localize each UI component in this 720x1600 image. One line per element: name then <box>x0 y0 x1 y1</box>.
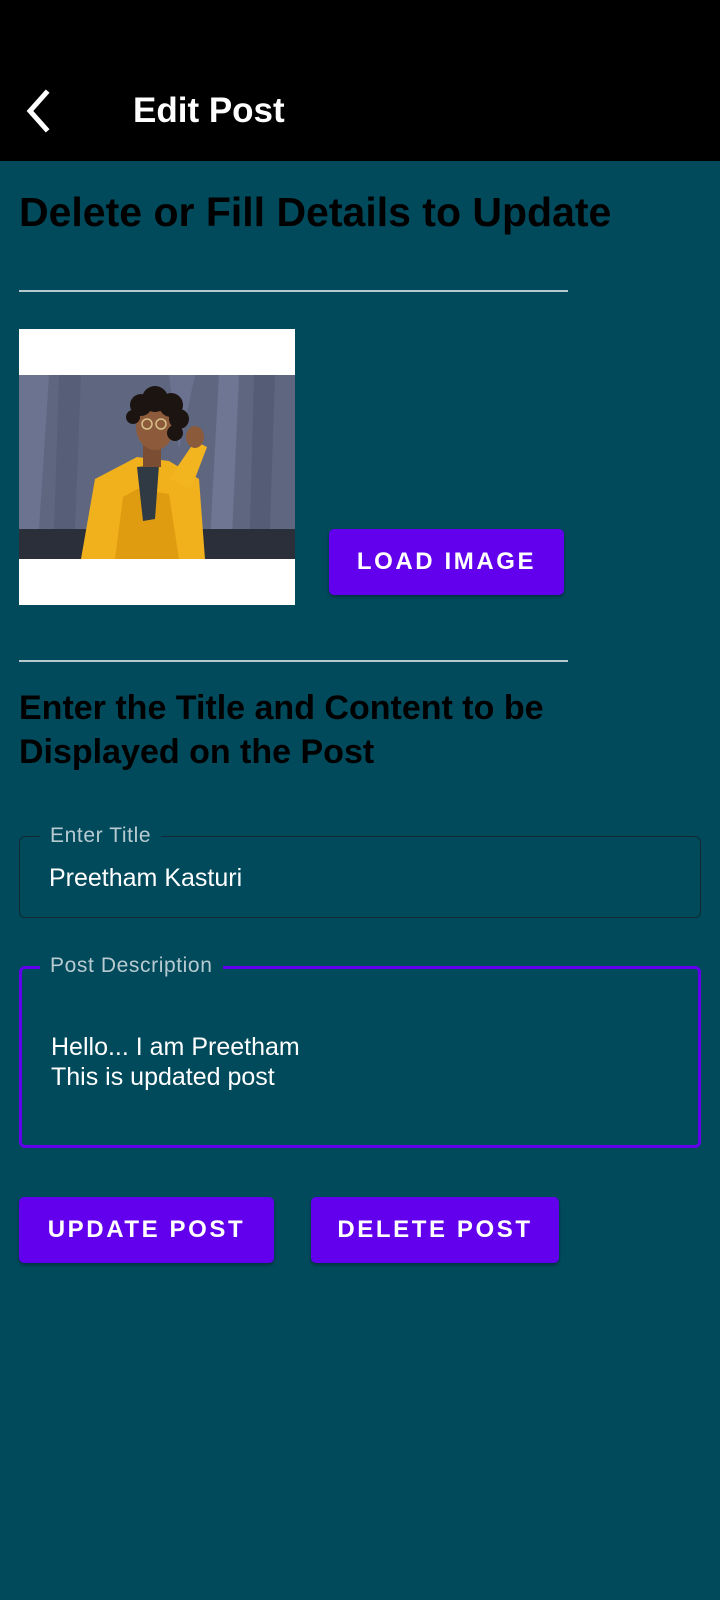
post-image-preview <box>19 329 295 605</box>
description-field-label: Post Description <box>40 954 223 978</box>
update-post-button[interactable]: UPDATE POST <box>19 1197 274 1263</box>
description-field[interactable]: Post Description Hello... I am Preetham … <box>19 954 701 1148</box>
title-field-label: Enter Title <box>40 824 162 848</box>
description-field-value[interactable]: Hello... I am Preetham This is updated p… <box>51 1032 300 1092</box>
arrow-back-icon <box>26 89 50 133</box>
content-heading: Enter the Title and Content to be Displa… <box>19 689 544 771</box>
update-heading: Delete or Fill Details to Update <box>19 189 612 235</box>
page-title: Edit Post <box>133 91 285 130</box>
app-bar: Edit Post <box>0 0 720 161</box>
delete-post-button[interactable]: DELETE POST <box>311 1197 559 1263</box>
load-image-button[interactable]: LOAD IMAGE <box>329 529 564 595</box>
back-button[interactable] <box>20 82 60 142</box>
divider <box>19 290 568 292</box>
title-field[interactable]: Enter Title Preetham Kasturi <box>19 824 701 918</box>
title-field-value[interactable]: Preetham Kasturi <box>49 863 242 893</box>
divider <box>19 660 568 662</box>
